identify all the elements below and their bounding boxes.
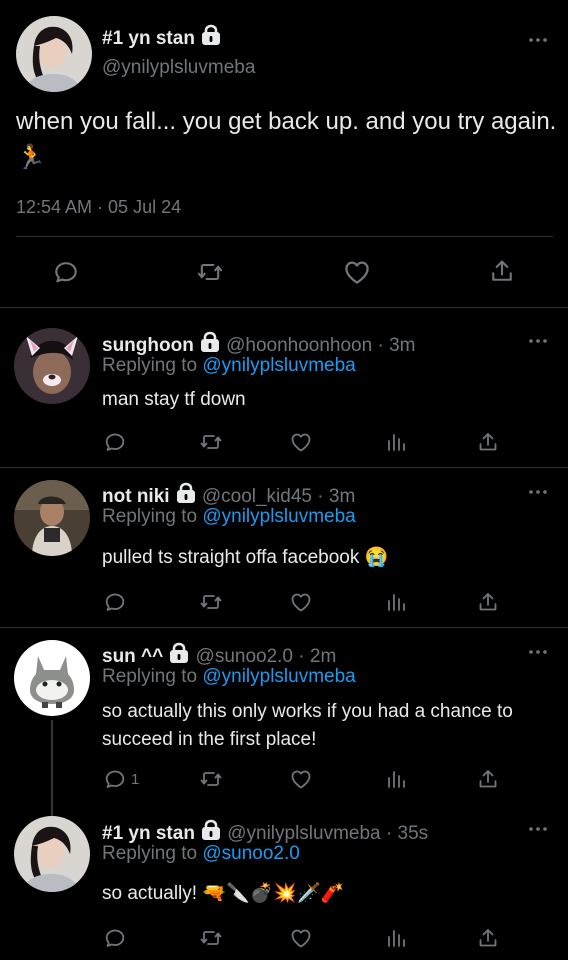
reply-text: man stay tf down xyxy=(102,389,246,410)
divider xyxy=(0,627,568,628)
lock-icon xyxy=(168,642,190,664)
replying-to: Replying to @sunoo2.0 xyxy=(102,843,300,864)
reply-header: sun ^^ @sunoo2.0 · 2m xyxy=(102,642,336,668)
username[interactable]: @sunoo2.0 xyxy=(196,646,293,667)
reply-icon xyxy=(103,767,127,791)
more-options-icon[interactable] xyxy=(528,37,548,43)
username[interactable]: @ynilyplsluvmeba xyxy=(227,823,380,844)
tweet-timestamp[interactable]: 12:54 AM · 05 Jul 24 xyxy=(16,197,181,218)
reply-button[interactable]: 1 xyxy=(103,767,139,791)
lock-icon xyxy=(200,819,222,841)
display-name[interactable]: sun ^^ xyxy=(102,646,163,667)
retweet-icon[interactable] xyxy=(199,926,223,950)
display-name[interactable]: #1 yn stan xyxy=(102,823,195,844)
stats-icon[interactable] xyxy=(384,767,408,791)
reply-icon[interactable] xyxy=(103,430,127,454)
reply-icon[interactable] xyxy=(103,590,127,614)
avatar[interactable] xyxy=(14,480,90,556)
reply-icon[interactable] xyxy=(52,258,80,286)
reply-text: so actually this only works if you had a… xyxy=(102,701,513,750)
display-name[interactable]: not niki xyxy=(102,486,170,507)
like-icon[interactable] xyxy=(289,590,313,614)
replying-to: Replying to @ynilyplsluvmeba xyxy=(102,355,356,376)
reply-header: #1 yn stan @ynilyplsluvmeba · 35s xyxy=(102,819,428,845)
share-icon[interactable] xyxy=(476,430,500,454)
replying-to-link[interactable]: @sunoo2.0 xyxy=(202,843,299,864)
more-options-icon[interactable] xyxy=(528,826,548,832)
retweet-icon[interactable] xyxy=(199,767,223,791)
lock-icon xyxy=(175,482,197,504)
reply-time[interactable]: 3m xyxy=(389,335,415,356)
reply-icon[interactable] xyxy=(103,926,127,950)
reply-header: not niki @cool_kid45 · 3m xyxy=(102,482,355,508)
thread-line xyxy=(51,720,53,820)
reply-count: 1 xyxy=(131,770,140,788)
reply-time[interactable]: 35s xyxy=(398,823,429,844)
lock-icon xyxy=(200,24,222,46)
like-icon[interactable] xyxy=(289,430,313,454)
avatar[interactable] xyxy=(16,16,92,92)
replying-to-link[interactable]: @ynilyplsluvmeba xyxy=(202,506,355,527)
stats-icon[interactable] xyxy=(384,590,408,614)
reply-time[interactable]: 3m xyxy=(329,486,355,507)
avatar[interactable] xyxy=(14,640,90,716)
display-name[interactable]: #1 yn stan xyxy=(102,24,222,50)
reply-header: sunghoon @hoonhoonhoon · 3m xyxy=(102,331,415,357)
share-icon[interactable] xyxy=(476,926,500,950)
username[interactable]: @ynilyplsluvmeba xyxy=(102,57,255,79)
divider xyxy=(16,236,553,237)
reply-time[interactable]: 2m xyxy=(310,646,336,667)
avatar[interactable] xyxy=(14,328,90,404)
more-options-icon[interactable] xyxy=(528,649,548,655)
stats-icon[interactable] xyxy=(384,430,408,454)
reply-text: so actually! 🔫🔪💣💥🗡️🧨 xyxy=(102,883,345,904)
avatar[interactable] xyxy=(14,816,90,892)
stats-icon[interactable] xyxy=(384,926,408,950)
tweet-text: when you fall... you get back up. and yo… xyxy=(16,108,557,171)
divider xyxy=(0,467,568,468)
like-icon[interactable] xyxy=(342,257,372,287)
retweet-icon[interactable] xyxy=(199,430,223,454)
like-icon[interactable] xyxy=(289,926,313,950)
more-options-icon[interactable] xyxy=(528,489,548,495)
display-name[interactable]: sunghoon xyxy=(102,335,194,356)
username[interactable]: @hoonhoonhoon xyxy=(226,335,372,356)
replying-to-link[interactable]: @ynilyplsluvmeba xyxy=(202,666,355,687)
retweet-icon[interactable] xyxy=(199,590,223,614)
like-icon[interactable] xyxy=(289,767,313,791)
divider xyxy=(0,307,568,308)
more-options-icon[interactable] xyxy=(528,338,548,344)
lock-icon xyxy=(199,331,221,353)
reply-text: pulled ts straight offa facebook 😭 xyxy=(102,547,389,568)
replying-to: Replying to @ynilyplsluvmeba xyxy=(102,666,356,687)
retweet-icon[interactable] xyxy=(196,258,224,286)
replying-to-link[interactable]: @ynilyplsluvmeba xyxy=(202,355,355,376)
replying-to: Replying to @ynilyplsluvmeba xyxy=(102,506,356,527)
username[interactable]: @cool_kid45 xyxy=(202,486,312,507)
share-icon[interactable] xyxy=(476,767,500,791)
share-icon[interactable] xyxy=(476,590,500,614)
share-icon[interactable] xyxy=(488,257,516,285)
